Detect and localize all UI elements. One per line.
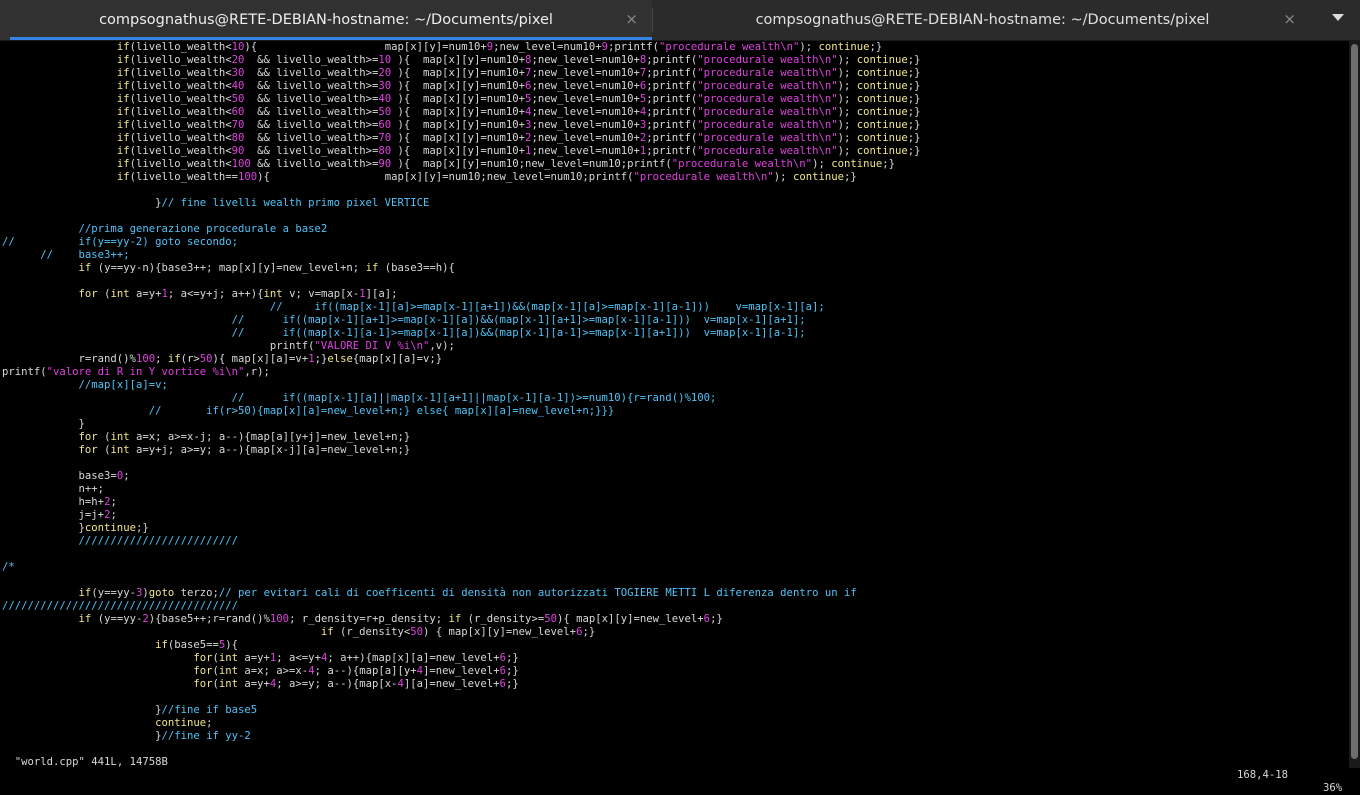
code-line: }// fine livelli wealth primo pixel VERT…: [2, 197, 430, 209]
code-line: for (int a=y+j; a>=y; a--){map[x-j][a]=n…: [78, 444, 411, 456]
tab-terminal-2[interactable]: compsognathus@RETE-DEBIAN-hostname: ~/Do…: [655, 0, 1310, 40]
tab-title: compsognathus@RETE-DEBIAN-hostname: ~/Do…: [755, 12, 1210, 28]
code-line: j=j+2;: [2, 509, 117, 521]
code-line: for(int a=x; a>=x-4; a--){map[a][y+4]=ne…: [193, 665, 519, 677]
code-line: if(livello_wealth<30 && livello_wealth>=…: [116, 67, 921, 79]
code-line: // if((map[x-1][a+1]>=map[x-1][a])&&(map…: [231, 314, 806, 326]
code-line: //prima generazione procedurale a base2: [78, 223, 328, 235]
code-line: h=h+2;: [2, 496, 117, 508]
code-line: for (int a=x; a>=x-j; a--){map[a][y+j]=n…: [78, 431, 411, 443]
code-line: if(livello_wealth<100 && livello_wealth>…: [116, 158, 896, 170]
file-info: "world.cpp" 441L, 14758B: [14, 756, 168, 768]
tab-bar: compsognathus@RETE-DEBIAN-hostname: ~/Do…: [0, 0, 1360, 41]
code-line: r=rand()%100; if(r>50){ map[x][a]=v+1;}e…: [2, 353, 443, 365]
code-line: if(livello_wealth<20 && livello_wealth>=…: [116, 54, 921, 66]
code-line: for (int a=y+1; a<=y+j; a++){int v; v=ma…: [78, 288, 398, 300]
code-line: if(livello_wealth<60 && livello_wealth>=…: [116, 106, 921, 118]
tab-terminal-1[interactable]: compsognathus@RETE-DEBIAN-hostname: ~/Do…: [0, 0, 652, 40]
code-line: }: [2, 418, 85, 430]
scrollbar-thumb[interactable]: [1351, 44, 1358, 759]
code-line: // if(r>50){map[x][a]=new_level+n;} else…: [148, 405, 615, 417]
code-line: // if((map[x-1][a]||map[x-1][a+1]||map[x…: [231, 392, 717, 404]
close-icon[interactable]: ×: [1283, 10, 1296, 28]
code-line: /*: [2, 561, 15, 573]
code-line: // if((map[x-1][a-1]>=map[x-1][a])&&(map…: [231, 327, 806, 339]
code-line: }//fine if yy-2: [2, 730, 251, 742]
tab-separator: [652, 8, 653, 32]
code-line: for(int a=y+4; a>=y; a--){map[x-4][a]=ne…: [193, 678, 519, 690]
code-line: // if(y==yy-2) goto secondo;: [2, 236, 238, 248]
tab-title: compsognathus@RETE-DEBIAN-hostname: ~/Do…: [99, 12, 553, 28]
code-line: //map[x][a]=v;: [78, 379, 168, 391]
terminal-editor[interactable]: if(livello_wealth<10){ map[x][y]=num10+9…: [2, 41, 1347, 743]
code-line: base3=0;: [2, 470, 130, 482]
code-line: if(y==yy-3)goto terzo;// per evitari cal…: [78, 587, 857, 599]
code-line: /////////////////////////: [78, 535, 238, 547]
active-tab-indicator: [10, 37, 652, 40]
close-icon[interactable]: ×: [625, 10, 638, 28]
code-line: if (y==yy-n){base3++; map[x][y]=new_leve…: [78, 262, 455, 274]
code-line: if(livello_wealth<40 && livello_wealth>=…: [116, 80, 921, 92]
code-line: if (y==yy-2){base5++;r=rand()%100; r_den…: [78, 613, 723, 625]
code-line: if(livello_wealth<90 && livello_wealth>=…: [116, 145, 921, 157]
menu-dropdown-icon[interactable]: [1332, 14, 1344, 21]
code-line: // if((map[x-1][a]>=map[x-1][a+1])&&(map…: [269, 301, 825, 313]
cursor-position: 168,4-18: [1237, 769, 1289, 781]
code-line: if(livello_wealth<10){ map[x][y]=num10+9…: [116, 41, 883, 53]
code-line: }//fine if base5: [2, 704, 258, 716]
code-line: if(livello_wealth<80 && livello_wealth>=…: [116, 132, 921, 144]
code-line: printf("VALORE DI V %i\n",v);: [2, 340, 455, 352]
code-line: if(livello_wealth<70 && livello_wealth>=…: [116, 119, 921, 131]
code-line: // base3++;: [40, 249, 130, 261]
code-line: printf("valore di R in Y vortice %i\n",r…: [2, 366, 270, 378]
code-line: if(livello_wealth==100){ map[x][y]=num10…: [116, 171, 857, 183]
code-line: }continue;}: [2, 522, 149, 534]
code-line: if(livello_wealth<50 && livello_wealth>=…: [116, 93, 921, 105]
scroll-percentage: 36%: [1323, 782, 1343, 794]
code-line: /////////////////////////////////////: [2, 600, 238, 612]
code-line: continue;: [155, 717, 213, 729]
status-line: "world.cpp" 441L, 14758B 168,4-18 36%: [2, 743, 1347, 794]
code-line: for(int a=y+1; a<=y+4; a++){map[x][a]=ne…: [193, 652, 519, 664]
code-line: n++;: [2, 483, 105, 495]
code-line: if(base5==5){: [155, 639, 239, 651]
code-line: if (r_density<50) { map[x][y]=new_level+…: [320, 626, 596, 638]
